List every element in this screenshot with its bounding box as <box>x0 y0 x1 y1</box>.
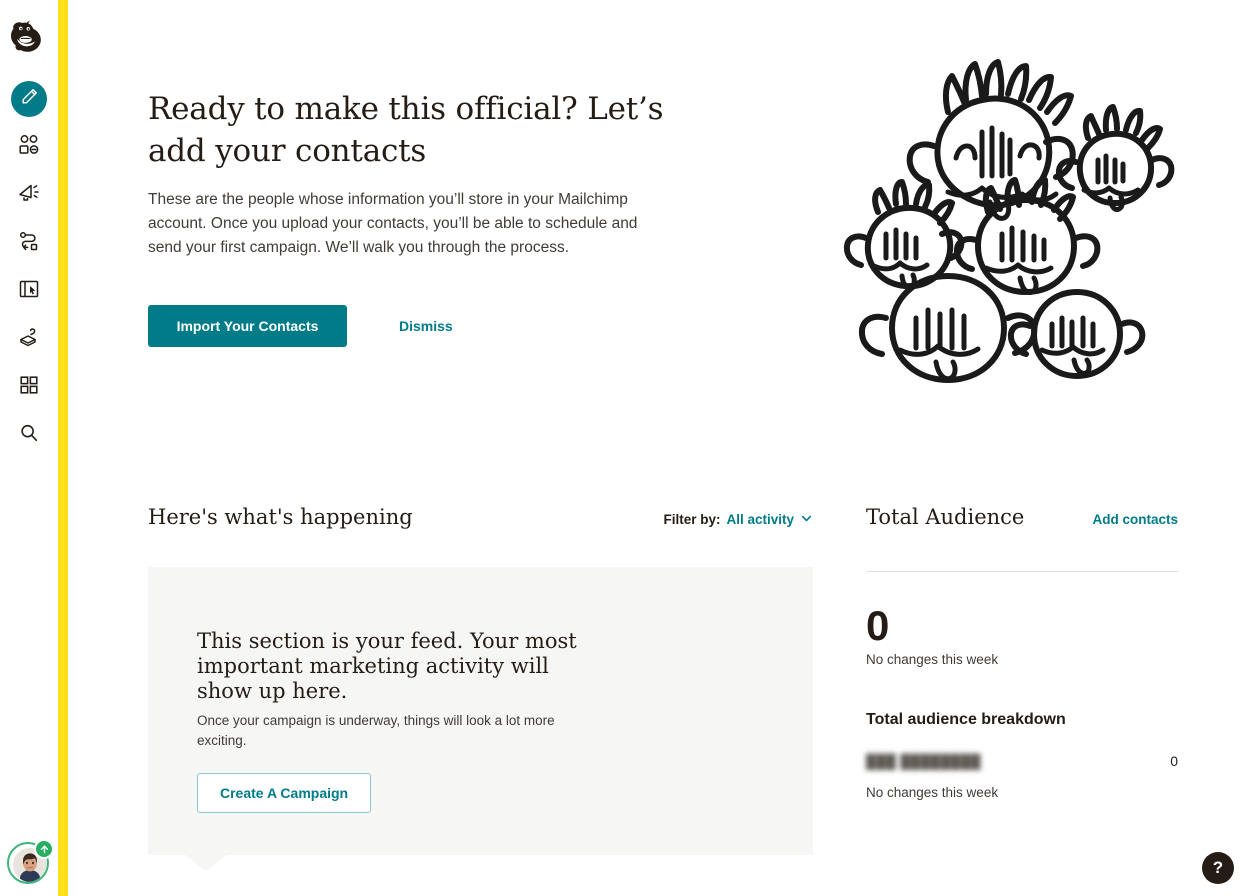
crowd-of-faces-doodle <box>830 50 1180 390</box>
pencil-icon <box>20 87 39 111</box>
sidebar-item-create[interactable] <box>5 75 53 123</box>
main-content: Ready to make this official? Let’s add y… <box>68 0 1250 896</box>
grid-squares-icon <box>18 374 40 401</box>
audience-panel: Total Audience Add contacts 0 No changes… <box>866 505 1178 800</box>
import-contacts-button[interactable]: Import Your Contacts <box>148 305 347 347</box>
dismiss-link[interactable]: Dismiss <box>399 318 453 334</box>
feed-filter[interactable]: Filter by: All activity <box>663 512 813 528</box>
filter-label: Filter by: <box>663 512 721 527</box>
audience-list-count: 0 <box>1170 753 1178 769</box>
feed-section: Here's what's happening Filter by: All a… <box>148 505 813 871</box>
feed-card-subtitle: Once your campaign is underway, things w… <box>197 713 555 748</box>
question-mark-icon: ? <box>1212 858 1224 877</box>
website-cursor-icon <box>17 277 41 306</box>
mailchimp-dashboard: Ready to make this official? Let’s add y… <box>0 0 1250 896</box>
audience-breakdown-title: Total audience breakdown <box>866 711 1066 728</box>
feed-card-inner: This section is your feed. Your most imp… <box>148 567 748 813</box>
sidebar <box>0 0 58 896</box>
sidebar-item-campaigns[interactable] <box>5 171 53 219</box>
chevron-down-icon[interactable] <box>800 512 813 528</box>
audience-breakdown-change: No changes this week <box>866 785 999 800</box>
avatar[interactable] <box>7 839 54 886</box>
page-title: Ready to make this official? Let’s add y… <box>148 91 664 169</box>
add-contacts-link[interactable]: Add contacts <box>1092 512 1178 527</box>
sidebar-item-automations[interactable] <box>5 219 53 267</box>
audience-list-name: ███ ████████ <box>866 753 981 769</box>
total-audience-count: 0 <box>866 602 889 649</box>
search-icon <box>18 422 40 449</box>
brand-yellow-stripe <box>58 0 68 896</box>
hero-actions: Import Your Contacts Dismiss <box>148 305 453 347</box>
hero-copy: Ready to make this official? Let’s add y… <box>148 88 668 260</box>
create-campaign-button[interactable]: Create A Campaign <box>197 773 372 813</box>
megaphone-icon <box>17 181 41 210</box>
filter-value[interactable]: All activity <box>726 512 794 527</box>
sidebar-nav <box>5 75 53 459</box>
audience-people-icon <box>17 133 41 162</box>
feed-card-title: This section is your feed. Your most imp… <box>197 629 577 703</box>
automation-flow-icon <box>17 229 41 258</box>
audience-title: Total Audience <box>866 505 1025 529</box>
content-studio-icon <box>17 325 41 354</box>
audience-divider <box>866 571 1178 572</box>
sidebar-item-audience[interactable] <box>5 123 53 171</box>
sidebar-item-integrations[interactable] <box>5 363 53 411</box>
hero-description: These are the people whose information y… <box>148 191 638 256</box>
feed-card-tail <box>184 854 228 871</box>
mailchimp-freddie-logo[interactable] <box>6 13 52 59</box>
help-button[interactable]: ? <box>1202 852 1234 884</box>
total-audience-change: No changes this week <box>866 652 999 667</box>
feed-header: Here's what's happening Filter by: All a… <box>148 505 813 545</box>
feed-title: Here's what's happening <box>148 505 413 529</box>
list-item[interactable]: ███ ████████ 0 <box>866 753 1178 769</box>
feed-empty-card: This section is your feed. Your most imp… <box>148 567 813 871</box>
audience-header: Total Audience Add contacts <box>866 505 1178 545</box>
sidebar-item-search[interactable] <box>5 411 53 459</box>
upgrade-arrow-up-icon[interactable] <box>34 839 54 859</box>
sidebar-item-create-pill[interactable] <box>11 81 47 117</box>
sidebar-item-website[interactable] <box>5 267 53 315</box>
sidebar-item-content-studio[interactable] <box>5 315 53 363</box>
